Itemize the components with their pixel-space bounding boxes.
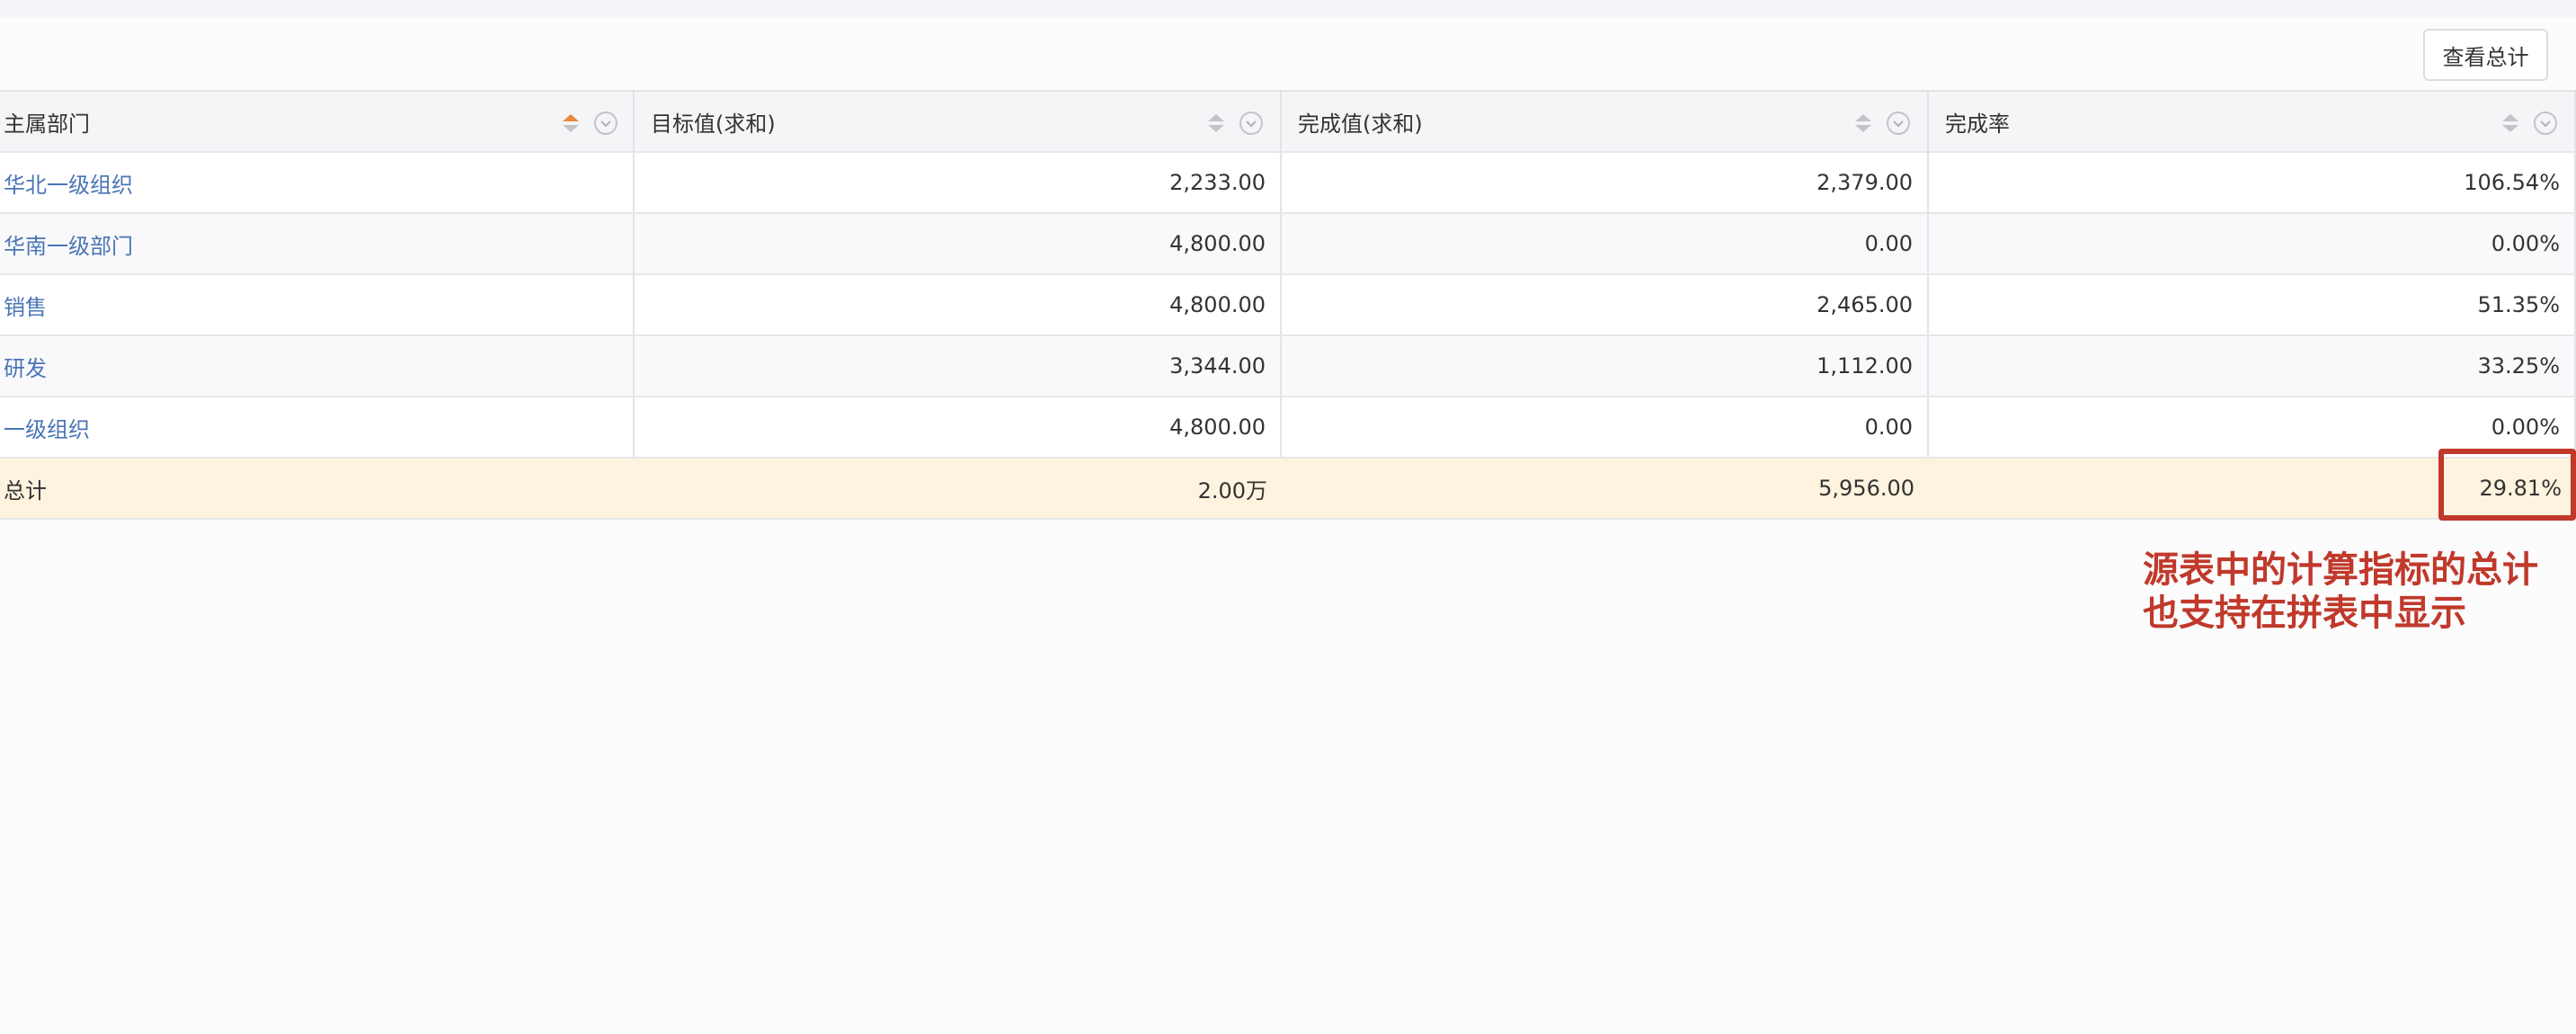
dept-link[interactable]: 华南一级部门 xyxy=(0,214,635,273)
dept-link[interactable]: 华北一级组织 xyxy=(0,153,635,212)
table-row: 销售 4,800.00 2,465.00 51.35% xyxy=(0,275,2576,336)
total-label: 总计 xyxy=(4,477,47,504)
total-rate-value: 29.81% xyxy=(2479,476,2562,501)
target-value: 2,233.00 xyxy=(635,153,1282,212)
done-value: 2,465.00 xyxy=(1282,275,1929,334)
view-total-button[interactable]: 查看总计 xyxy=(2423,29,2548,81)
chevron-down-circle-icon[interactable] xyxy=(1239,111,1264,136)
done-value: 1,112.00 xyxy=(1282,336,1929,396)
total-row: 总计 2.00万 5,956.00 29.81% xyxy=(0,459,2576,520)
rate-value: 0.00% xyxy=(1929,214,2576,273)
table-row: 一级组织 4,800.00 0.00 0.00% xyxy=(0,397,2576,459)
table-row: 华北一级组织 2,233.00 2,379.00 106.54% xyxy=(0,153,2576,214)
dept-link[interactable]: 一级组织 xyxy=(0,397,635,457)
target-value: 4,800.00 xyxy=(635,397,1282,457)
annotation-line-2: 也支持在拼表中显示 xyxy=(2143,593,2466,634)
column-header-target[interactable]: 目标值(求和) xyxy=(635,92,1282,151)
column-header-label: 完成率 xyxy=(1945,111,2010,137)
table-row: 华南一级部门 4,800.00 0.00 0.00% xyxy=(0,214,2576,275)
done-value: 0.00 xyxy=(1282,397,1929,457)
dept-link[interactable]: 研发 xyxy=(0,336,635,396)
annotation-line-1: 源表中的计算指标的总计 xyxy=(2143,549,2538,591)
table-header: 主属部门 目标值(求和) 完成值(求和) 完成率 xyxy=(0,92,2576,153)
total-done-value: 5,956.00 xyxy=(1818,476,1914,501)
rate-value: 51.35% xyxy=(1929,275,2576,334)
target-value: 4,800.00 xyxy=(635,275,1282,334)
sort-arrows-icon[interactable] xyxy=(1853,111,1873,135)
sort-arrows-icon[interactable] xyxy=(1206,111,1226,135)
dept-link[interactable]: 销售 xyxy=(0,275,635,334)
sort-arrows-icon[interactable] xyxy=(561,111,581,135)
total-target-value: 2.00万 xyxy=(1197,477,1267,504)
top-strip xyxy=(0,0,2576,18)
done-value: 0.00 xyxy=(1282,214,1929,273)
table-row: 研发 3,344.00 1,112.00 33.25% xyxy=(0,336,2576,397)
chevron-down-circle-icon[interactable] xyxy=(1886,111,1911,136)
chevron-down-circle-icon[interactable] xyxy=(593,111,618,136)
column-header-label: 主属部门 xyxy=(4,111,90,137)
done-value: 2,379.00 xyxy=(1282,153,1929,212)
target-value: 4,800.00 xyxy=(635,214,1282,273)
sort-arrows-icon[interactable] xyxy=(2500,111,2520,135)
chevron-down-circle-icon[interactable] xyxy=(2533,111,2558,136)
column-header-label: 目标值(求和) xyxy=(651,111,776,137)
column-header-label: 完成值(求和) xyxy=(1298,111,1423,137)
rate-value: 106.54% xyxy=(1929,153,2576,212)
pivot-table: 主属部门 目标值(求和) 完成值(求和) 完成率 华北一级组织 2,233.00… xyxy=(0,90,2576,520)
annotation-text: 源表中的计算指标的总计 也支持在拼表中显示 xyxy=(2143,548,2565,635)
column-header-dept[interactable]: 主属部门 xyxy=(0,92,635,151)
target-value: 3,344.00 xyxy=(635,336,1282,396)
rate-value: 33.25% xyxy=(1929,336,2576,396)
rate-value: 0.00% xyxy=(1929,397,2576,457)
column-header-done[interactable]: 完成值(求和) xyxy=(1282,92,1929,151)
column-header-rate[interactable]: 完成率 xyxy=(1929,92,2576,151)
